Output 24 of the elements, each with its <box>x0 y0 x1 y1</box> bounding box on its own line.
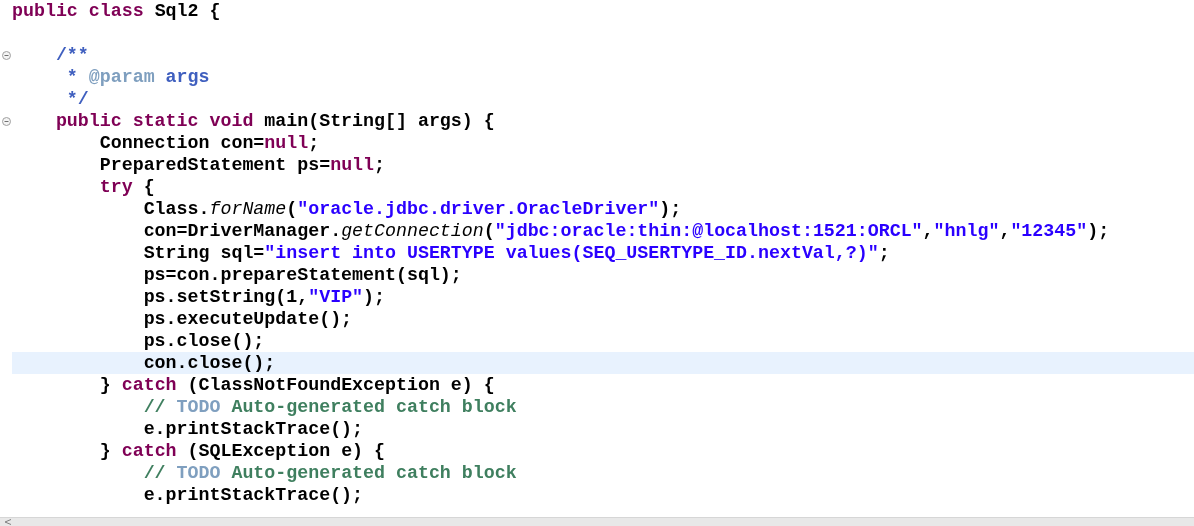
code-line: * @param args <box>65 66 211 88</box>
code-line: e.printStackTrace(); <box>142 418 365 440</box>
code-line: // TODO Auto-generated catch block <box>142 462 518 484</box>
code-line: ps=con.prepareStatement(sql); <box>142 264 463 286</box>
code-line: String sql="insert into USERTYPE values(SEQ_USERTYPE_ID.nextVal,?)"; <box>142 242 891 264</box>
horizontal-scrollbar[interactable] <box>0 517 1194 526</box>
code-line: ps.close(); <box>142 330 266 352</box>
code-line: Connection con=null; <box>98 132 321 154</box>
code-line: Class.forName("oracle.jdbc.driver.OracleDriver"); <box>142 198 683 220</box>
code-line: ps.executeUpdate(); <box>142 308 354 330</box>
collapse-icon[interactable] <box>1 50 11 60</box>
code-line: /** <box>54 44 90 66</box>
code-line: PreparedStatement ps=null; <box>98 154 387 176</box>
code-line: } catch (ClassNotFoundException e) { <box>98 374 496 396</box>
code-line: con=DriverManager.getConnection("jdbc:oracle:thin:@localhost:1521:ORCL","hnlg","12345"); <box>142 220 1111 242</box>
code-line: try { <box>98 176 156 198</box>
code-line: ps.setString(1,"VIP"); <box>142 286 387 308</box>
code-line: e.printStackTrace(); <box>142 484 365 506</box>
code-line: // TODO Auto-generated catch block <box>142 396 518 418</box>
code-line: } catch (SQLException e) { <box>98 440 387 462</box>
collapse-icon[interactable] <box>1 116 11 126</box>
code-line: public static void main(String[] args) { <box>54 110 496 132</box>
code-line: */ <box>65 88 90 110</box>
code-line: public class Sql2 { <box>12 0 222 22</box>
